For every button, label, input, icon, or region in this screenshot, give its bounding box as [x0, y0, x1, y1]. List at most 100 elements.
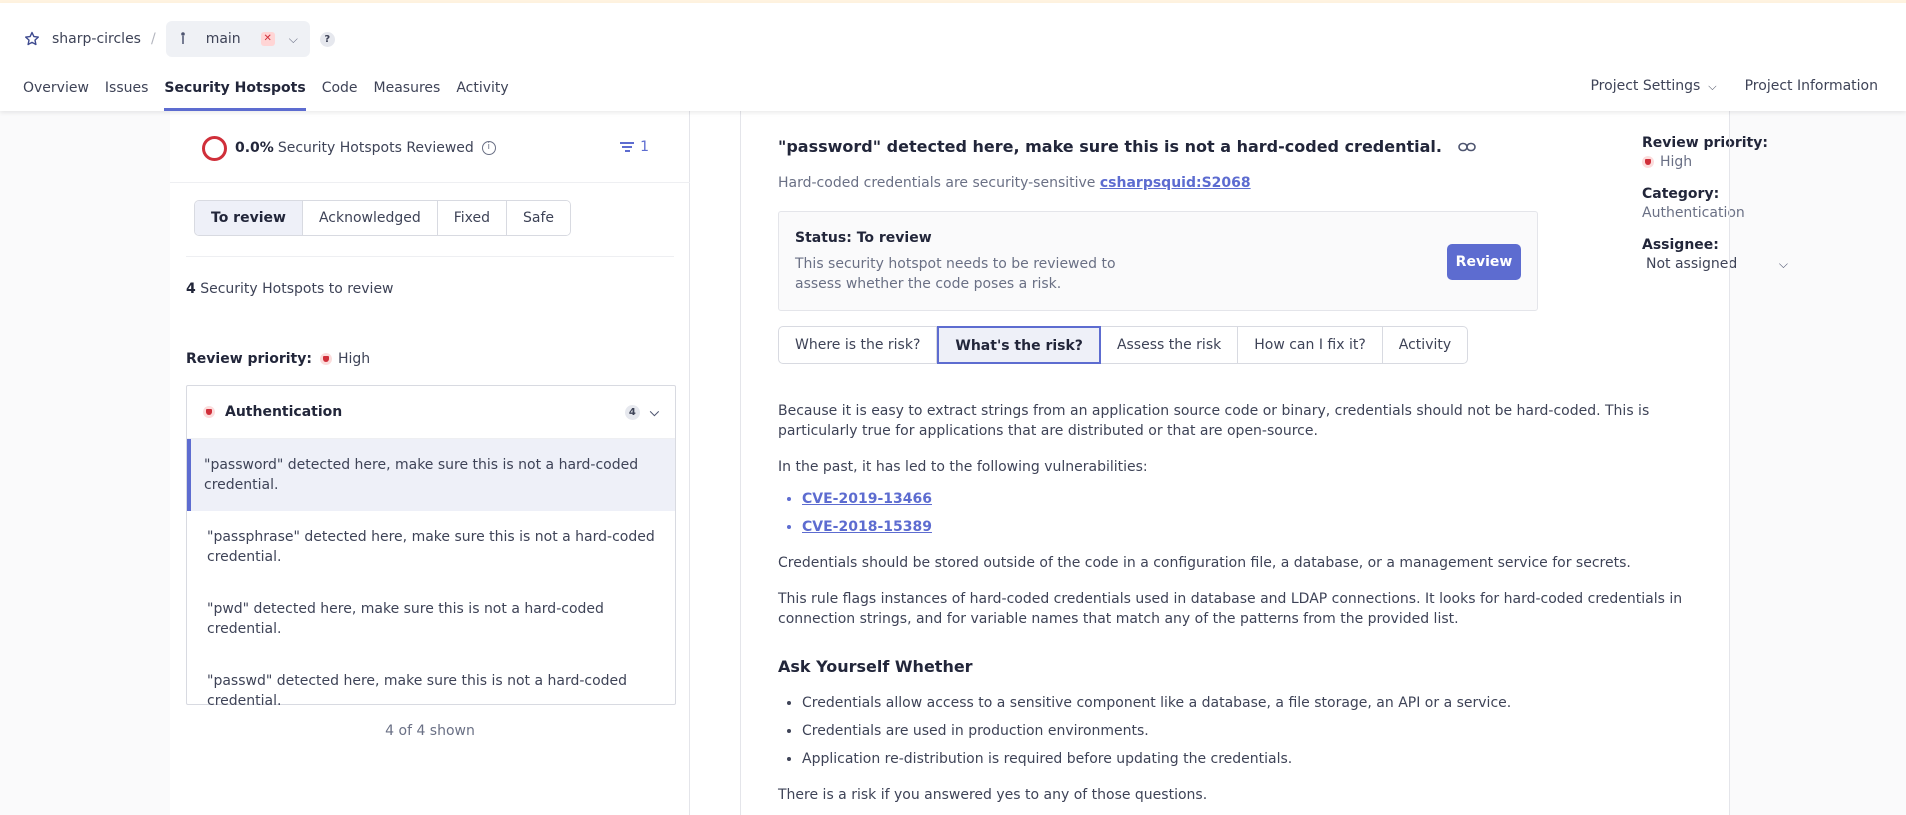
help-icon[interactable]: ? — [319, 31, 335, 47]
review-button[interactable]: Review — [1447, 244, 1521, 280]
filter-count: 1 — [640, 139, 649, 155]
list-item: Credentials allow access to a sensitive … — [802, 693, 1718, 713]
paragraph: Credentials should be stored outside of … — [778, 555, 1631, 571]
header: sharp-circles / main ✕ ⌵ ? Overview Issu… — [0, 3, 1906, 111]
failed-quality-gate-icon: ✕ — [260, 32, 275, 46]
assignee-value: Not assigned — [1646, 256, 1738, 272]
project-information-link[interactable]: Project Information — [1745, 71, 1878, 111]
paragraph: In the past, it has led to the following… — [778, 459, 1148, 475]
ask-list: Credentials allow access to a sensitive … — [802, 693, 1718, 769]
branch-name: main — [205, 31, 241, 47]
list-item: Credentials are used in production envir… — [802, 721, 1718, 741]
reviewed-summary: 0.0% Security Hotspots Reviewed i — [202, 135, 496, 161]
hotspot-list-panel: 0.0% Security Hotspots Reviewed i 1 To r… — [170, 111, 690, 815]
meta-assignee-label: Assignee: — [1642, 237, 1719, 253]
filter-button[interactable]: 1 — [620, 139, 649, 155]
section-heading: Ask Yourself Whether — [778, 657, 973, 676]
list-item: CVE-2018-15389 — [802, 517, 1718, 537]
list-item: CVE-2019-13466 — [802, 489, 1718, 509]
divider — [170, 182, 690, 183]
status-description: This security hotspot needs to be review… — [795, 256, 1116, 292]
category-name: Authentication — [225, 404, 343, 420]
meta-priority: Review priority: High — [1642, 135, 1802, 170]
meta-priority-value: High — [1660, 154, 1693, 170]
paragraph: Because it is easy to extract strings fr… — [778, 403, 1650, 439]
chevron-down-icon: ⌵ — [1708, 80, 1717, 93]
cve-link[interactable]: CVE-2019-13466 — [802, 491, 932, 507]
high-priority-icon — [203, 406, 215, 418]
star-icon[interactable] — [24, 30, 42, 48]
filter-icon — [620, 142, 635, 152]
status-fixed[interactable]: Fixed — [437, 201, 508, 235]
tab-activity[interactable]: Activity — [456, 71, 508, 111]
rule-key-link[interactable]: csharpsquid:S2068 — [1100, 175, 1251, 191]
paragraph: This rule flags instances of hard-coded … — [778, 591, 1683, 627]
status-acknowledged[interactable]: Acknowledged — [302, 201, 438, 235]
tab-issues[interactable]: Issues — [105, 71, 149, 111]
link-icon[interactable] — [1458, 141, 1476, 153]
hotspot-detail-panel: "password" detected here, make sure this… — [690, 111, 1788, 815]
hotspot-title-text: "password" detected here, make sure this… — [778, 137, 1442, 156]
hotspot-item[interactable]: "pwd" detected here, make sure this is n… — [187, 583, 675, 655]
status-title: Status: To review — [795, 230, 932, 246]
tab-overview[interactable]: Overview — [23, 71, 89, 111]
rule-description-article: Because it is easy to extract strings fr… — [778, 401, 1718, 815]
meta-assignee: Assignee: Not assigned ⌵ — [1642, 237, 1802, 272]
tab-how-can-i-fix-it[interactable]: How can I fix it? — [1238, 327, 1383, 363]
status-safe[interactable]: Safe — [507, 201, 571, 235]
priority-label: Review priority: — [186, 351, 312, 367]
hotspot-item[interactable]: "passphrase" detected here, make sure th… — [187, 511, 675, 583]
info-icon[interactable]: i — [481, 141, 496, 155]
tab-code[interactable]: Code — [322, 71, 358, 111]
reviewed-label: Security Hotspots Reviewed — [277, 140, 474, 156]
hotspot-count-number: 4 — [186, 281, 196, 297]
divider — [186, 256, 674, 257]
hotspot-count: 4 Security Hotspots to review — [186, 281, 394, 297]
meta-category-label: Category: — [1642, 186, 1720, 202]
tab-measures[interactable]: Measures — [374, 71, 441, 111]
cve-link[interactable]: CVE-2018-15389 — [802, 519, 932, 535]
hotspot-rule: Hard-coded credentials are security-sens… — [778, 175, 1251, 191]
project-nav: Overview Issues Security Hotspots Code M… — [23, 71, 525, 111]
priority-group: Review priority: High — [186, 351, 370, 367]
cve-list: CVE-2019-13466 CVE-2018-15389 — [802, 489, 1718, 537]
tab-whats-the-risk[interactable]: What's the risk? — [937, 326, 1101, 364]
hotspot-count-label: Security Hotspots to review — [200, 281, 394, 297]
tab-where-is-the-risk[interactable]: Where is the risk? — [779, 327, 938, 363]
chevron-down-icon: ⌵ — [649, 404, 659, 419]
breadcrumb-separator: / — [150, 31, 156, 47]
list-item: Application re-distribution is required … — [802, 749, 1718, 769]
tab-security-hotspots[interactable]: Security Hotspots — [164, 71, 306, 111]
chevron-down-icon: ⌵ — [1778, 256, 1788, 271]
category-count-badge: 4 — [624, 404, 640, 420]
project-settings-label: Project Settings — [1590, 78, 1701, 94]
rule-description: Hard-coded credentials are security-sens… — [778, 175, 1096, 191]
project-link[interactable]: sharp-circles — [52, 31, 141, 47]
hotspot-item[interactable]: "passwd" detected here, make sure this i… — [187, 655, 675, 727]
meta-category: Category: Authentication — [1642, 186, 1802, 221]
meta-priority-value-row: High — [1642, 154, 1802, 170]
category-group: Authentication 4 ⌵ "password" detected h… — [186, 385, 676, 709]
high-priority-icon — [319, 353, 332, 365]
hotspot-item[interactable]: "password" detected here, make sure this… — [187, 439, 675, 511]
meta-category-value: Authentication — [1642, 205, 1745, 221]
branch-icon — [178, 31, 192, 47]
status-box: Status: To review This security hotspot … — [778, 211, 1538, 311]
branch-selector[interactable]: main ✕ ⌵ — [165, 21, 310, 57]
tab-assess-the-risk[interactable]: Assess the risk — [1101, 327, 1239, 363]
status-to-review[interactable]: To review — [195, 201, 303, 235]
assignee-select[interactable]: Not assigned ⌵ — [1642, 256, 1788, 272]
detail-tabs: Where is the risk? What's the risk? Asse… — [778, 326, 1469, 364]
tab-activity[interactable]: Activity — [1383, 327, 1467, 363]
priority-value: High — [337, 351, 371, 367]
breadcrumb: sharp-circles / main ✕ ⌵ ? — [24, 21, 335, 57]
category-header[interactable]: Authentication 4 ⌵ — [187, 386, 675, 439]
project-nav-right: Project Settings ⌵ Project Information — [1562, 71, 1878, 111]
chevron-down-icon: ⌵ — [288, 31, 298, 46]
hotspot-meta: Review priority: High Category: Authenti… — [1642, 135, 1802, 288]
status-filter: To review Acknowledged Fixed Safe — [194, 200, 572, 236]
hotspot-title: "password" detected here, make sure this… — [778, 137, 1476, 156]
high-priority-icon — [1642, 156, 1654, 168]
project-settings-menu[interactable]: Project Settings ⌵ — [1590, 71, 1716, 111]
reviewed-ring-icon — [202, 135, 227, 161]
